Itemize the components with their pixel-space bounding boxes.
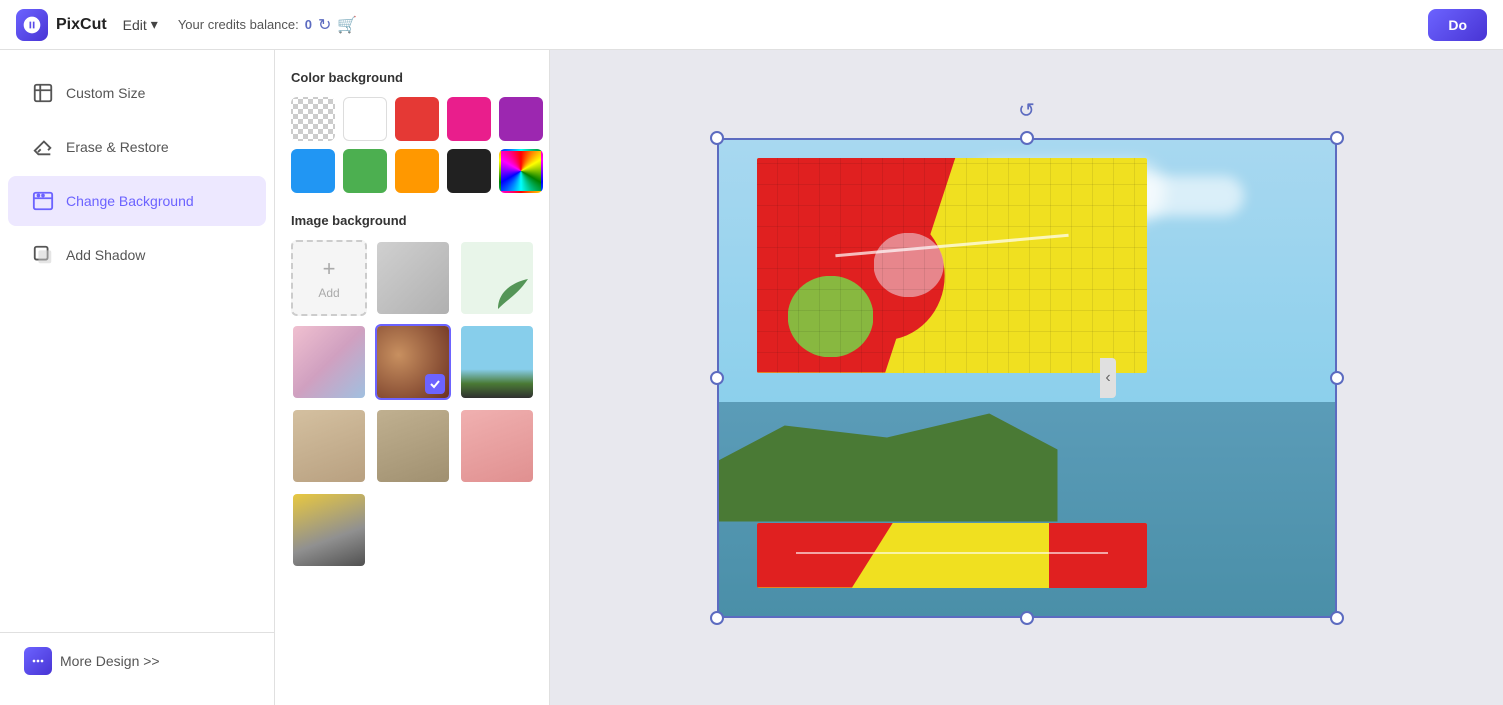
color-swatch-white[interactable] bbox=[343, 97, 387, 141]
color-grid bbox=[291, 97, 533, 193]
credits-count: 0 bbox=[305, 17, 312, 32]
canvas-area: ↺ bbox=[550, 50, 1503, 705]
handle-top-middle[interactable] bbox=[1020, 131, 1034, 145]
more-design-button[interactable]: More Design >> bbox=[0, 632, 274, 689]
bg-thumb-street[interactable] bbox=[375, 408, 451, 484]
handle-bottom-middle[interactable] bbox=[1020, 611, 1034, 625]
handle-middle-right[interactable] bbox=[1330, 371, 1344, 385]
handle-bottom-right[interactable] bbox=[1330, 611, 1344, 625]
bg-thumb-pink-door[interactable] bbox=[459, 408, 535, 484]
sidebar-item-custom-size[interactable]: Custom Size bbox=[8, 68, 266, 118]
header: PixCut Edit ▾ Your credits balance: 0 ↻ … bbox=[0, 0, 1503, 50]
color-swatch-blue[interactable] bbox=[291, 149, 335, 193]
bg-thumb-gray[interactable] bbox=[375, 240, 451, 316]
bg-thumb-bokeh[interactable] bbox=[375, 324, 451, 400]
more-design-icon bbox=[24, 647, 52, 675]
handle-top-left[interactable] bbox=[710, 131, 724, 145]
change-bg-icon bbox=[32, 190, 54, 212]
refresh-icon[interactable]: ↻ bbox=[318, 15, 331, 35]
right-panel: Color background Image background bbox=[275, 50, 550, 705]
download-button[interactable]: Do bbox=[1428, 9, 1487, 41]
bg-thumb-peach[interactable] bbox=[291, 324, 367, 400]
collapse-panel-button[interactable]: ‹ bbox=[1100, 358, 1116, 398]
bg-thumb-leaf[interactable] bbox=[459, 240, 535, 316]
handle-bottom-left[interactable] bbox=[710, 611, 724, 625]
rotate-handle[interactable]: ↺ bbox=[1018, 98, 1035, 123]
main-layout: Custom Size Erase & Restore Change Backg… bbox=[0, 50, 1503, 705]
bg-thumb-arch[interactable] bbox=[291, 408, 367, 484]
color-swatch-pink[interactable] bbox=[447, 97, 491, 141]
logo-text: PixCut bbox=[56, 16, 107, 34]
handle-middle-left[interactable] bbox=[710, 371, 724, 385]
image-bg-grid: + Add bbox=[291, 240, 533, 568]
bg-thumb-sky[interactable] bbox=[459, 324, 535, 400]
left-sidebar: Custom Size Erase & Restore Change Backg… bbox=[0, 50, 275, 705]
color-swatch-transparent[interactable] bbox=[291, 97, 335, 141]
cart-icon[interactable]: 🛒 bbox=[337, 15, 357, 35]
color-swatch-orange[interactable] bbox=[395, 149, 439, 193]
credits-section: Your credits balance: 0 ↻ 🛒 bbox=[178, 15, 358, 35]
color-swatch-gradient[interactable] bbox=[499, 149, 543, 193]
sidebar-item-change-background[interactable]: Change Background bbox=[8, 176, 266, 226]
logo-icon bbox=[16, 9, 48, 41]
selected-check bbox=[425, 374, 445, 394]
handle-top-right[interactable] bbox=[1330, 131, 1344, 145]
image-bg-title: Image background bbox=[291, 213, 533, 228]
logo: PixCut bbox=[16, 9, 107, 41]
sidebar-item-add-shadow[interactable]: Add Shadow bbox=[8, 230, 266, 280]
color-swatch-black[interactable] bbox=[447, 149, 491, 193]
color-swatch-purple[interactable] bbox=[499, 97, 543, 141]
bg-thumb-taxi[interactable] bbox=[291, 492, 367, 568]
erase-icon bbox=[32, 136, 54, 158]
shadow-icon bbox=[32, 244, 54, 266]
color-bg-title: Color background bbox=[291, 70, 533, 85]
sidebar-item-erase-restore[interactable]: Erase & Restore bbox=[8, 122, 266, 172]
custom-size-icon bbox=[32, 82, 54, 104]
canvas-container[interactable]: ↺ bbox=[717, 138, 1337, 618]
color-swatch-green[interactable] bbox=[343, 149, 387, 193]
color-swatch-red[interactable] bbox=[395, 97, 439, 141]
add-bg-button[interactable]: + Add bbox=[291, 240, 367, 316]
edit-menu[interactable]: Edit ▾ bbox=[123, 16, 158, 33]
